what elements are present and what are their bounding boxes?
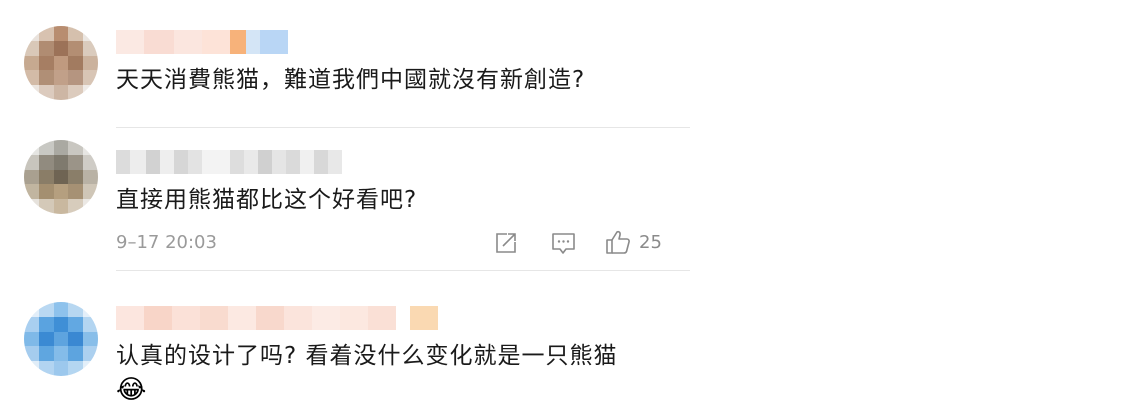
- comment-item: 天天消費熊猫，難道我們中國就沒有新創造?: [0, 0, 690, 128]
- like-button[interactable]: 25: [605, 229, 662, 255]
- comment-timestamp: 9–17 20:03: [116, 232, 217, 253]
- avatar[interactable]: [24, 26, 98, 100]
- like-icon: [606, 230, 630, 254]
- avatar[interactable]: [24, 140, 98, 214]
- username[interactable]: [116, 150, 342, 174]
- reply-button[interactable]: [551, 232, 576, 255]
- username[interactable]: [116, 30, 288, 54]
- comment-text: 认真的设计了吗? 看着没什么变化就是一只熊猫: [116, 343, 618, 369]
- comment-text: 天天消費熊猫，難道我們中國就沒有新創造?: [116, 67, 586, 93]
- username[interactable]: [116, 306, 438, 330]
- comment-item: 认真的设计了吗? 看着没什么变化就是一只熊猫 😂: [0, 270, 690, 415]
- avatar[interactable]: [24, 302, 98, 376]
- emoji-laugh-cry: 😂: [116, 375, 147, 405]
- like-count: 25: [639, 231, 662, 253]
- share-icon: [496, 233, 516, 253]
- comment-icon: [552, 233, 575, 254]
- comment-text: 直接用熊猫都比这个好看吧?: [116, 187, 418, 213]
- comment-item: 直接用熊猫都比这个好看吧? 9–17 20:03 25: [0, 128, 690, 271]
- share-button[interactable]: [494, 231, 518, 255]
